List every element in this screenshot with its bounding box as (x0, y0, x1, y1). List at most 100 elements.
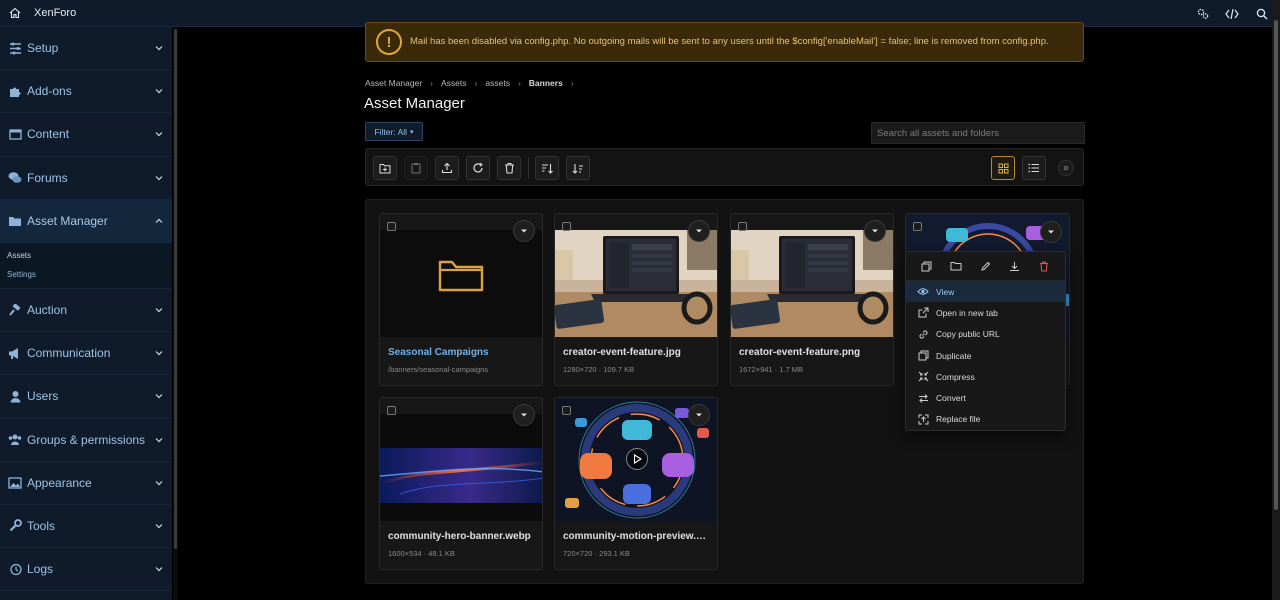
menu-item-open-new-tab[interactable]: Open in new tab (906, 302, 1065, 323)
breadcrumb-item[interactable]: Banners (529, 78, 563, 88)
asset-card-image[interactable]: creator-event-feature.png 1672×941 · 1.7… (730, 213, 894, 386)
home-icon[interactable] (6, 4, 24, 22)
code-icon[interactable] (1224, 6, 1240, 22)
menu-item-label: Copy public URL (936, 329, 1000, 340)
chevron-down-icon[interactable] (154, 478, 164, 488)
sidebar-item-auction[interactable]: Auction (0, 289, 172, 333)
image-thumbnail[interactable] (555, 230, 717, 337)
download-icon[interactable] (1008, 259, 1022, 273)
asset-name[interactable]: community-motion-preview.m... (563, 531, 713, 542)
caret-down-icon (521, 229, 527, 233)
select-checkbox[interactable] (387, 222, 396, 231)
card-menu-button[interactable] (688, 404, 710, 426)
chevron-down-icon[interactable] (154, 43, 164, 53)
breadcrumb-item[interactable]: Asset Manager (365, 78, 422, 88)
asset-meta: 1280×720 · 109.7 KB (563, 365, 635, 374)
chevron-down-icon[interactable] (154, 173, 164, 183)
sidebar-scrollbar[interactable] (173, 27, 178, 600)
card-menu-button[interactable] (513, 220, 535, 242)
breadcrumb-item[interactable]: assets (485, 78, 510, 88)
page-scrollbar[interactable] (1272, 0, 1280, 600)
asset-card-folder[interactable]: Seasonal Campaigns /banners/seasonal-cam… (379, 213, 543, 386)
asset-toolbar (365, 148, 1084, 186)
copy-icon[interactable] (920, 259, 934, 273)
chevron-down-icon[interactable] (154, 129, 164, 139)
asset-card-image[interactable]: community-hero-banner.webp 1600×534 · 48… (379, 397, 543, 570)
sidebar-item-tools[interactable]: Tools (0, 505, 172, 549)
app-title[interactable]: XenForo (34, 7, 76, 19)
paste-button[interactable] (404, 156, 428, 180)
menu-item-replace-file[interactable]: Replace file (906, 409, 1065, 430)
card-menu-button[interactable] (864, 220, 886, 242)
move-folder-icon[interactable] (949, 259, 963, 273)
chevron-down-icon[interactable] (154, 391, 164, 401)
menu-item-view[interactable]: View (906, 281, 1065, 303)
image-thumbnail[interactable] (731, 230, 893, 337)
chevron-down-icon[interactable] (154, 305, 164, 315)
sidebar-item-appearance[interactable]: Appearance (0, 462, 172, 505)
sidebar-item-setup[interactable]: Setup (0, 27, 172, 71)
breadcrumb-separator-icon: › (517, 78, 521, 88)
delete-button[interactable] (497, 156, 521, 180)
sidebar-scrollbar-thumb[interactable] (174, 29, 177, 549)
select-checkbox[interactable] (387, 406, 396, 415)
filter-button[interactable]: Filter: All ▾ (365, 122, 423, 141)
menu-item-copy-public-url[interactable]: Copy public URL (906, 324, 1065, 345)
sidebar-item-users[interactable]: Users (0, 375, 172, 419)
asset-name[interactable]: creator-event-feature.png (739, 347, 889, 358)
select-checkbox[interactable] (738, 222, 747, 231)
trash-icon[interactable] (1037, 259, 1051, 273)
sidebar-item-asset-manager[interactable]: Asset Manager (0, 199, 172, 243)
select-checkbox[interactable] (562, 406, 571, 415)
select-checkbox[interactable] (913, 222, 922, 231)
sidebar-subitem-settings[interactable]: Settings (0, 265, 172, 284)
more-options-button[interactable] (1058, 160, 1074, 176)
folder-thumbnail[interactable] (380, 230, 542, 337)
sidebar-item-content[interactable]: Content (0, 113, 172, 157)
card-menu-button[interactable] (688, 220, 710, 242)
asset-manager-subnav: Assets Settings (0, 242, 172, 289)
settings-gear-icon[interactable] (1194, 6, 1210, 22)
menu-item-convert[interactable]: Convert (906, 387, 1065, 408)
grid-view-button[interactable] (991, 156, 1015, 180)
card-menu-button[interactable] (513, 404, 535, 426)
asset-name[interactable]: Seasonal Campaigns (388, 347, 538, 358)
refresh-button[interactable] (466, 156, 490, 180)
search-input[interactable] (871, 122, 1085, 144)
grid-view-icon (998, 163, 1008, 173)
delete-icon (504, 162, 514, 174)
menu-item-compress[interactable]: Compress (906, 366, 1065, 387)
chevron-down-icon[interactable] (154, 86, 164, 96)
chevron-down-icon[interactable] (154, 348, 164, 358)
sidebar-item-groups-permissions[interactable]: Groups & permissions (0, 419, 172, 462)
sort-direction-button[interactable] (566, 156, 590, 180)
chevron-down-icon[interactable] (154, 435, 164, 445)
rename-pencil-icon[interactable] (978, 259, 992, 273)
image-thumbnail[interactable] (380, 414, 542, 521)
page-scrollbar-thumb[interactable] (1274, 20, 1278, 510)
sidebar-item-communication[interactable]: Communication (0, 332, 172, 376)
history-icon (8, 562, 22, 576)
upload-button[interactable] (435, 156, 459, 180)
sidebar-item-forums[interactable]: Forums (0, 157, 172, 200)
asset-name[interactable]: community-hero-banner.webp (388, 531, 538, 542)
sidebar-subitem-assets[interactable]: Assets (0, 246, 172, 265)
chevron-down-icon[interactable] (154, 521, 164, 531)
breadcrumb-item[interactable]: Assets (441, 78, 467, 88)
asset-card-image[interactable]: creator-event-feature.jpg 1280×720 · 109… (554, 213, 718, 386)
search-icon[interactable] (1254, 6, 1270, 22)
sort-button[interactable] (535, 156, 559, 180)
sidebar-item-add-ons[interactable]: Add-ons (0, 70, 172, 114)
asset-card-video[interactable]: community-motion-preview.m... 720×720 · … (554, 397, 718, 570)
chevron-up-icon[interactable] (154, 216, 164, 226)
chevron-down-icon[interactable] (154, 564, 164, 574)
select-checkbox[interactable] (562, 222, 571, 231)
asset-name[interactable]: creator-event-feature.jpg (563, 347, 713, 358)
card-menu-button[interactable] (1040, 221, 1062, 243)
new-folder-button[interactable] (373, 156, 397, 180)
list-view-button[interactable] (1022, 156, 1046, 180)
compress-icon (917, 371, 929, 383)
menu-item-duplicate[interactable]: Duplicate (906, 345, 1065, 366)
play-icon[interactable] (626, 448, 648, 470)
sidebar-item-logs[interactable]: Logs (0, 548, 172, 592)
